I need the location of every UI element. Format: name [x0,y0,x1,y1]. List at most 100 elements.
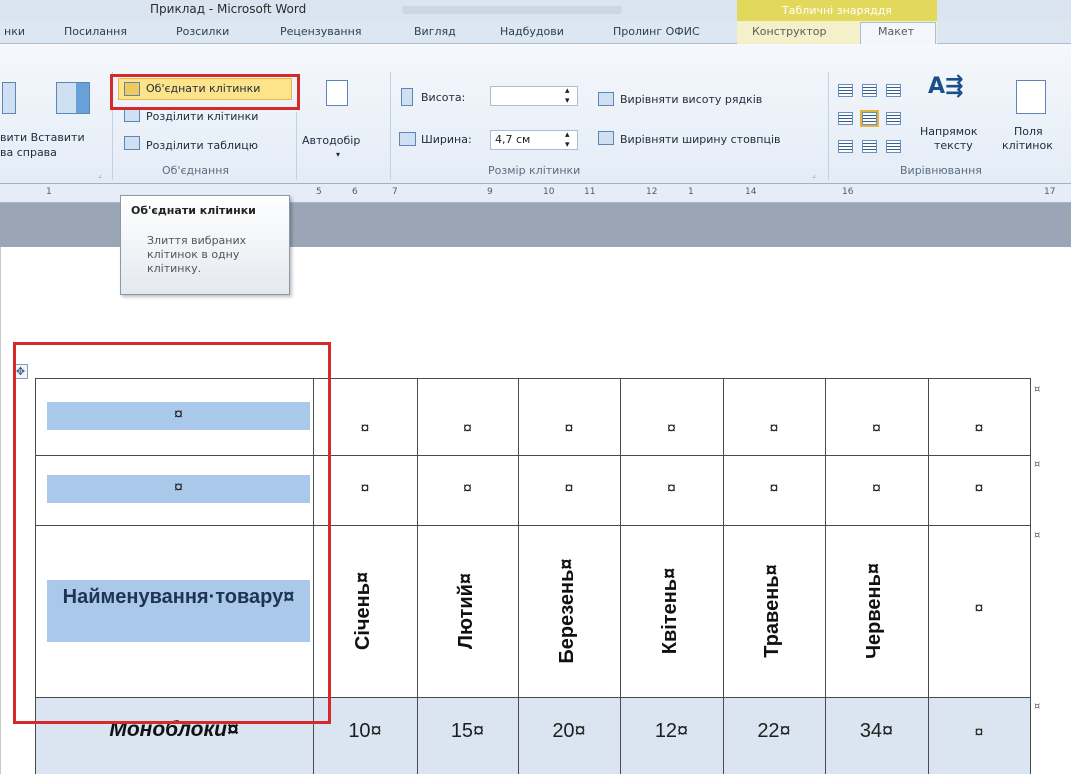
group-separator [296,112,297,180]
width-spinner[interactable]: ▴ ▾ [565,130,570,150]
first-column-callout-box [13,342,331,724]
col-width-icon [399,132,416,146]
ruler-tick-label: 1 [46,187,52,197]
table-cell[interactable]: ¤ [620,480,723,498]
tab-proling[interactable]: Пролинг ОФИС [613,25,700,38]
cell-margins-icon[interactable] [1016,80,1046,114]
end-of-row-mark: ¤ [1034,701,1041,712]
split-cells-button[interactable]: Розділити клітинки [146,110,258,123]
row-height-icon [401,88,413,106]
ruler-tick-label: 5 [316,187,322,197]
distribute-cols-button[interactable]: Вирівняти ширину стовпців [620,133,781,146]
table-cell[interactable]: ¤ [928,480,1030,498]
merge-group-title: Об'єднання [162,164,230,177]
height-label: Висота: [421,91,466,104]
merge-cells-tooltip: Об'єднати клітинки Злиття вибраних кліти… [120,195,290,295]
ruler-tick-label: 10 [543,187,555,197]
tab-view[interactable]: Вигляд [414,25,456,38]
autofit-dropdown-icon[interactable]: ▾ [336,150,340,159]
insert-right-label-2[interactable]: ва справа [0,146,57,159]
value-cell[interactable]: 15¤ [417,720,518,743]
end-of-row-mark: ¤ [1034,384,1041,395]
tab-mailings[interactable]: Розсилки [176,25,229,38]
tab-addins[interactable]: Надбудови [500,25,564,38]
ruler-tick-label: 11 [584,187,596,197]
tooltip-body: Злиття вибраних клітинок в одну клітинку… [147,234,247,275]
align-top-left-icon[interactable] [838,84,853,97]
table-cell[interactable]: ¤ [518,480,620,498]
table-cell[interactable]: ¤ [928,724,1030,742]
height-spinner[interactable]: ▴ ▾ [565,86,570,106]
window-title: Приклад - Microsoft Word [150,2,307,16]
align-middle-center-icon[interactable] [860,110,879,127]
ruler-tick-label: 9 [487,187,493,197]
insert-right-label[interactable]: вити Вставити [0,131,85,144]
split-table-button[interactable]: Розділити таблицю [146,139,258,152]
group-separator [828,72,829,180]
month-header[interactable]: Січень¤ [352,531,378,691]
ruler-tick-label: 16 [842,187,854,197]
table-cell[interactable]: ¤ [620,420,723,438]
align-bottom-left-icon[interactable] [838,140,853,153]
merge-callout-box [110,74,300,110]
split-table-icon[interactable] [124,136,140,150]
autofit-button[interactable]: Автодобір [302,134,360,147]
ruler-tick-label: 6 [352,187,358,197]
insert-right-icon[interactable] [56,82,90,114]
dialog-launcher-icon[interactable]: ⌟ [812,170,822,179]
cell-margins-button[interactable]: Поля [1014,125,1043,138]
align-top-center-icon[interactable] [862,84,877,97]
month-header[interactable]: Квітень¤ [659,531,685,691]
ruler-tick-label: 14 [745,187,757,197]
value-cell[interactable]: 22¤ [723,720,825,743]
month-header[interactable]: Червень¤ [863,531,889,691]
distribute-cols-icon[interactable] [598,131,614,145]
table-cell[interactable]: ¤ [723,480,825,498]
align-bottom-right-icon[interactable] [886,140,901,153]
value-cell[interactable]: 12¤ [620,720,723,743]
tab-insert[interactable]: нки [4,25,25,38]
tab-references[interactable]: Посилання [64,25,127,38]
table-border [1030,378,1031,774]
cell-size-group-title: Розмір клітинки [488,164,581,177]
width-label: Ширина: [421,133,472,146]
value-cell[interactable]: 20¤ [518,720,620,743]
table-tools-label: Табличні знаряддя [737,0,937,21]
value-cell[interactable]: 34¤ [825,720,928,743]
table-cell[interactable]: ¤ [928,420,1030,438]
title-blur [402,6,622,14]
autofit-icon[interactable] [326,80,348,106]
tab-review[interactable]: Рецензування [280,25,361,38]
end-of-row-mark: ¤ [1034,530,1041,541]
align-top-right-icon[interactable] [886,84,901,97]
split-cells-icon[interactable] [124,108,140,122]
tab-design[interactable]: Конструктор [752,25,826,38]
insert-left-icon[interactable] [2,82,16,114]
ruler-tick-label: 17 [1044,187,1056,197]
distribute-rows-icon[interactable] [598,92,614,106]
table-cell[interactable]: ¤ [825,480,928,498]
table-cell[interactable]: ¤ [825,420,928,438]
month-header[interactable]: Березень¤ [556,531,582,691]
align-middle-left-icon[interactable] [838,112,853,125]
align-bottom-center-icon[interactable] [862,140,877,153]
cell-margins-button-2[interactable]: клітинок [1002,139,1053,152]
table-cell[interactable]: ¤ [518,420,620,438]
distribute-rows-button[interactable]: Вирівняти висоту рядків [620,93,762,106]
ruler-tick-label: 1 [688,187,694,197]
text-direction-button-2[interactable]: тексту [934,139,973,152]
end-of-row-mark: ¤ [1034,459,1041,470]
table-cell[interactable]: ¤ [417,420,518,438]
table-cell[interactable]: ¤ [417,480,518,498]
text-direction-icon[interactable]: A⇶ [928,76,963,98]
align-middle-right-icon[interactable] [886,112,901,125]
month-header[interactable]: Травень¤ [761,531,787,691]
text-direction-button[interactable]: Напрямок [920,125,977,138]
table-cell[interactable]: ¤ [723,420,825,438]
month-header[interactable]: Лютий¤ [455,531,481,691]
tooltip-title: Об'єднати клітинки [131,204,256,217]
group-separator [390,72,391,180]
dialog-launcher-icon[interactable]: ⌟ [98,170,108,179]
table-cell[interactable]: ¤ [928,600,1030,618]
tab-layout[interactable]: Макет [878,25,914,38]
